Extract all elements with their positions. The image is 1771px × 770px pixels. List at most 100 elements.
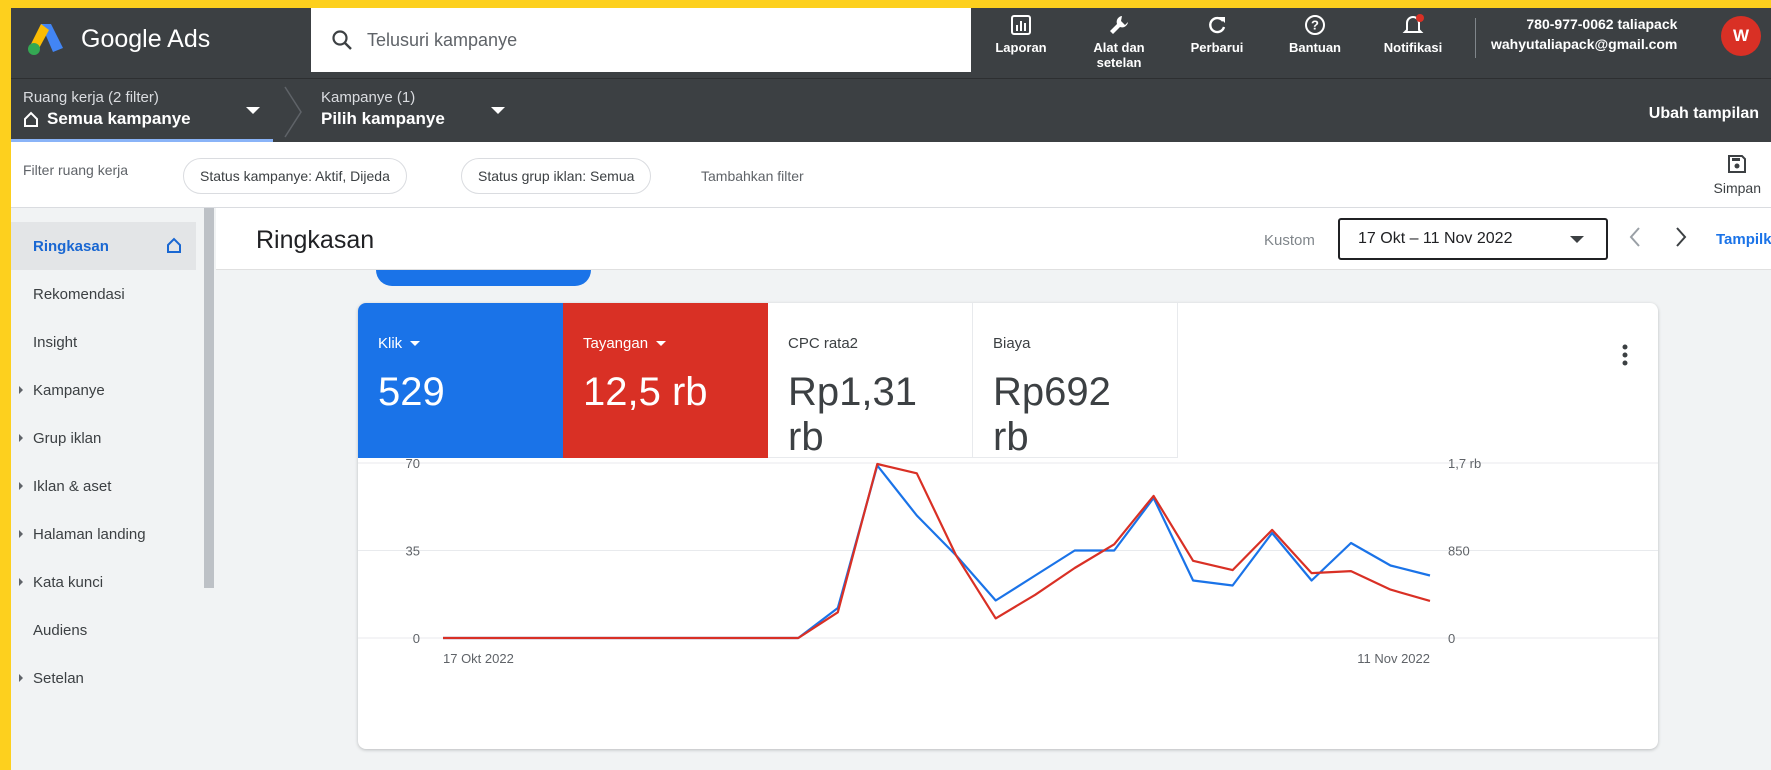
save-label: Simpan <box>1713 180 1761 196</box>
page-header: Ringkasan Kustom 17 Okt – 11 Nov 2022 Ta… <box>216 208 1771 270</box>
metric-avg-cpc[interactable]: CPC rata2 Rp1,31 rb <box>768 303 973 459</box>
chevron-down-icon <box>1570 236 1584 243</box>
previous-period-icon[interactable] <box>1628 226 1642 248</box>
google-ads-logo[interactable]: Google Ads <box>27 22 210 56</box>
add-filter-button[interactable]: Tambahkan filter <box>701 168 804 184</box>
date-mode-label: Kustom <box>1264 232 1315 249</box>
toolbar: Laporan Alat dan setelan Perbarui ? Bant… <box>986 8 1476 78</box>
filter-label: Filter ruang kerja <box>23 162 129 178</box>
metric-cost-value: Rp692 rb <box>993 370 1111 459</box>
campaign-selector[interactable]: Kampanye (1) Pilih kampanye <box>321 89 445 129</box>
sidebar-item-grup-iklan[interactable]: Grup iklan <box>11 414 196 462</box>
reports-button[interactable]: Laporan <box>986 8 1056 78</box>
sidebar-item-halaman-landing[interactable]: Halaman landing <box>11 510 196 558</box>
sidebar-item-label: Iklan & aset <box>33 477 112 495</box>
account-info[interactable]: 780-977-0062 taliapack wahyutaliapack@gm… <box>1491 14 1677 54</box>
workspace-selector[interactable]: Ruang kerja (2 filter) Semua kampanye <box>23 89 191 129</box>
avatar[interactable]: W <box>1721 16 1761 56</box>
metric-impressions-label: Tayangan <box>583 335 649 352</box>
sidebar-item-label: Halaman landing <box>33 525 146 543</box>
refresh-icon <box>1209 16 1226 34</box>
campaign-dropdown-icon[interactable] <box>491 107 505 114</box>
chevron-down-icon <box>656 341 667 346</box>
page-title: Ringkasan <box>256 226 375 254</box>
breadcrumb-separator-icon <box>284 86 302 138</box>
search-box[interactable]: Telusuri kampanye <box>311 8 971 72</box>
tools-icon <box>1110 16 1128 34</box>
sidebar-item-audiens[interactable]: Audiens <box>11 606 196 654</box>
help-label: Bantuan <box>1289 40 1341 55</box>
performance-line-chart: 0 0 35 850 70 1,7 rb 17 Okt 2022 11 Nov 2022 <box>358 458 1658 666</box>
chevron-down-icon <box>410 341 421 346</box>
date-range-picker[interactable]: 17 Okt – 11 Nov 2022 <box>1338 218 1608 260</box>
sidebar-item-setelan[interactable]: Setelan <box>11 654 196 702</box>
tools-settings-button[interactable]: Alat dan setelan <box>1084 8 1154 78</box>
workspace-label: Ruang kerja (2 filter) <box>23 89 159 106</box>
date-range-value: 17 Okt – 11 Nov 2022 <box>1358 230 1513 247</box>
save-icon <box>1728 155 1747 173</box>
sidebar-scrollbar[interactable] <box>204 208 214 588</box>
filter-bar: Filter ruang kerja Status kampanye: Akti… <box>11 142 1771 208</box>
expand-arrow-icon <box>19 482 23 490</box>
home-icon <box>24 111 38 127</box>
show-last-30-days-link[interactable]: Tampilkan 30 hari terakhir <box>1716 231 1771 248</box>
filter-chip-adgroup-status[interactable]: Status grup iklan: Semua <box>461 158 652 194</box>
expand-arrow-icon <box>19 578 23 586</box>
metric-impressions[interactable]: Tayangan 12,5 rb <box>563 303 768 458</box>
sidebar-item-iklan-aset[interactable]: Iklan & aset <box>11 462 196 510</box>
home-icon <box>167 237 181 253</box>
filter-chip-campaign-status[interactable]: Status kampanye: Aktif, Dijeda <box>183 158 407 194</box>
metric-clicks[interactable]: Klik 529 <box>358 303 563 458</box>
metric-avg-cpc-label: CPC rata2 <box>788 335 859 352</box>
sidebar-item-label: Kampanye <box>33 381 105 399</box>
refresh-button[interactable]: Perbarui <box>1182 8 1252 78</box>
sidebar-item-label: Audiens <box>33 621 88 639</box>
header-divider <box>1475 18 1476 58</box>
chart-x-label-start: 17 Okt 2022 <box>443 651 514 666</box>
sidebar-item-insight[interactable]: Insight <box>11 318 196 366</box>
more-options-icon[interactable] <box>1622 343 1628 367</box>
google-ads-logo-icon <box>28 24 63 55</box>
sidebar-item-label: Ringkasan <box>33 237 109 255</box>
svg-text:?: ? <box>1311 18 1319 33</box>
workspace-value: Semua kampanye <box>47 109 191 128</box>
help-icon: ? <box>1305 15 1325 35</box>
sidebar-item-label: Rekomendasi <box>33 285 125 303</box>
sidebar-item-label: Setelan <box>33 669 84 687</box>
chart-left-tick-label: 0 <box>413 631 420 646</box>
metric-avg-cpc-value: Rp1,31 rb <box>788 370 917 459</box>
chart-series-line-klik <box>443 464 1431 640</box>
sidebar-item-label: Kata kunci <box>33 573 104 591</box>
help-button[interactable]: ? Bantuan <box>1280 8 1350 78</box>
sidebar-item-kata-kunci[interactable]: Kata kunci <box>11 558 196 606</box>
workspace-dropdown-icon[interactable] <box>246 107 260 114</box>
sidebar-item-kampanye[interactable]: Kampanye <box>11 366 196 414</box>
save-button[interactable]: Simpan <box>1714 154 1761 196</box>
metric-cost-label: Biaya <box>993 335 1031 352</box>
next-period-icon[interactable] <box>1674 226 1688 248</box>
account-name: 780-977-0062 taliapack <box>1526 16 1678 32</box>
metric-clicks-label: Klik <box>378 335 403 352</box>
sidebar-item-ringkasan[interactable]: Ringkasan <box>11 222 196 270</box>
sidebar-item-label: Insight <box>33 333 78 351</box>
tools-settings-label: Alat dan setelan <box>1093 40 1145 70</box>
chart-left-tick-label: 35 <box>406 544 420 559</box>
notifications-button[interactable]: Notifikasi <box>1378 8 1448 78</box>
change-view-button[interactable]: Ubah tampilan <box>1649 105 1759 123</box>
sidebar-item-label: Grup iklan <box>33 429 102 447</box>
google-ads-app: Google Ads Telusuri kampanye Laporan Ala… <box>11 8 1771 770</box>
top-bar: Google Ads Telusuri kampanye Laporan Ala… <box>11 8 1771 78</box>
chart-right-tick-label: 0 <box>1448 631 1455 646</box>
expand-arrow-icon <box>19 530 23 538</box>
brand-name: Google Ads <box>81 24 211 53</box>
expand-arrow-icon <box>19 434 23 442</box>
performance-card: Klik 529 Tayangan 12,5 rb CPC rata2 Rp1,… <box>358 303 1658 749</box>
search-icon <box>332 30 352 50</box>
metric-cost[interactable]: Biaya Rp692 rb <box>973 303 1178 459</box>
notifications-label: Notifikasi <box>1383 40 1443 55</box>
sidebar-nav: Ringkasan Rekomendasi Insight Kampanye G… <box>11 208 199 770</box>
expand-arrow-icon <box>19 386 23 394</box>
expand-arrow-icon <box>19 674 23 682</box>
sidebar-item-rekomendasi[interactable]: Rekomendasi <box>11 270 196 318</box>
chart-left-tick-label: 70 <box>406 458 420 471</box>
